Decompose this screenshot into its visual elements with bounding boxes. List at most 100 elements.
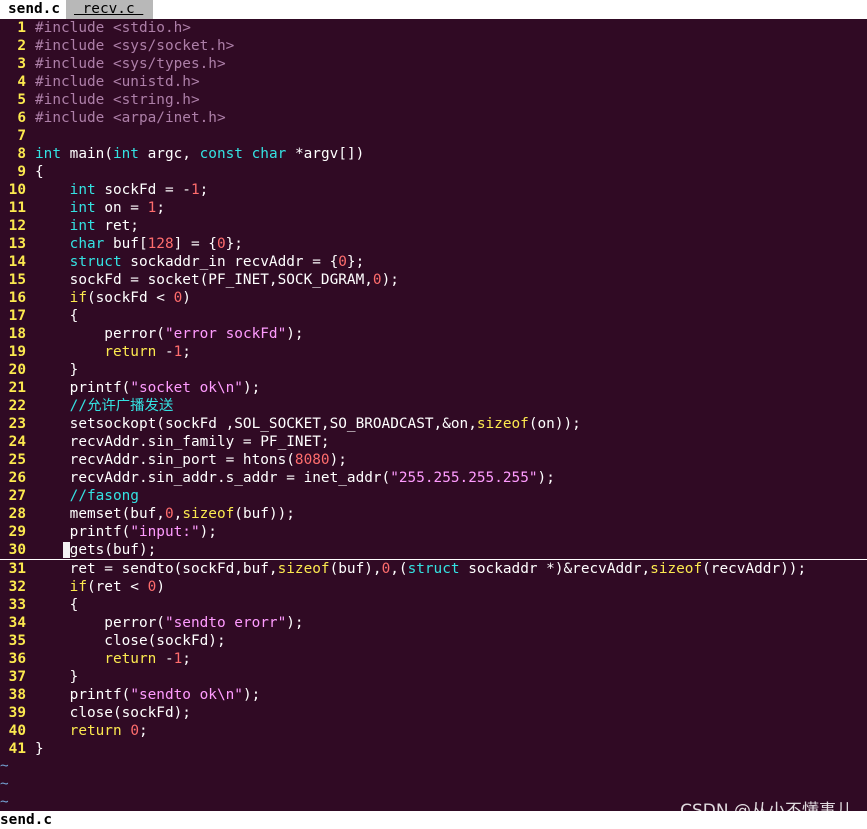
line-text[interactable]: #include <unistd.h> [35, 73, 200, 91]
code-line[interactable]: 20 } [0, 361, 867, 379]
code-line[interactable]: 21 printf("socket ok\n"); [0, 379, 867, 397]
line-text[interactable]: int sockFd = -1; [35, 181, 209, 199]
empty-line-marker: ~ [0, 758, 9, 774]
line-text[interactable]: printf("socket ok\n"); [35, 379, 261, 397]
line-text[interactable]: printf("sendto ok\n"); [35, 686, 261, 704]
line-text[interactable]: close(sockFd); [35, 704, 191, 722]
code-line[interactable]: 33 { [0, 596, 867, 614]
line-text[interactable]: gets(buf); [35, 541, 157, 559]
code-line[interactable]: 39 close(sockFd); [0, 704, 867, 722]
line-number: 14 [8, 254, 26, 270]
line-text[interactable]: if(ret < 0) [35, 578, 165, 596]
code-line[interactable]: 6 #include <arpa/inet.h> [0, 109, 867, 127]
line-text[interactable]: { [35, 596, 79, 614]
code-line[interactable]: 41} [0, 740, 867, 758]
code-editor[interactable]: 1 #include <stdio.h> 2 #include <sys/socket… [0, 19, 867, 811]
line-text[interactable]: { [35, 307, 79, 325]
code-line[interactable]: 27 //fasong [0, 487, 867, 505]
tab-recv-c[interactable]: recv.c [65, 0, 154, 19]
code-line[interactable]: 26 recvAddr.sin_addr.s_addr = inet_addr(… [0, 469, 867, 487]
line-number: 7 [17, 128, 26, 144]
line-number: 33 [8, 597, 26, 613]
code-line[interactable]: 36 return -1; [0, 650, 867, 668]
code-line[interactable]: 12 int ret; [0, 217, 867, 235]
line-number: 32 [8, 579, 26, 595]
line-text[interactable]: recvAddr.sin_family = PF_INET; [35, 433, 330, 451]
line-text[interactable]: int ret; [35, 217, 139, 235]
code-line[interactable]: 32 if(ret < 0) [0, 578, 867, 596]
line-text[interactable]: #include <string.h> [35, 91, 200, 109]
code-line[interactable]: 24 recvAddr.sin_family = PF_INET; [0, 433, 867, 451]
line-text[interactable]: #include <sys/socket.h> [35, 37, 234, 55]
code-line[interactable]: 5 #include <string.h> [0, 91, 867, 109]
line-text[interactable]: perror("error sockFd"); [35, 325, 303, 343]
code-line[interactable]: 15 sockFd = socket(PF_INET,SOCK_DGRAM,0)… [0, 271, 867, 289]
code-line[interactable]: 11 int on = 1; [0, 199, 867, 217]
line-text[interactable]: } [35, 361, 79, 379]
code-line[interactable]: 29 printf("input:"); [0, 523, 867, 541]
line-number: 18 [8, 326, 26, 342]
line-text[interactable]: struct sockaddr_in recvAddr = {0}; [35, 253, 365, 271]
line-number: 20 [8, 362, 26, 378]
line-text[interactable]: recvAddr.sin_addr.s_addr = inet_addr("25… [35, 469, 555, 487]
line-text[interactable]: return 0; [35, 722, 148, 740]
line-number: 28 [8, 506, 26, 522]
code-line[interactable]: 38 printf("sendto ok\n"); [0, 686, 867, 704]
line-number: 25 [8, 452, 26, 468]
line-number: 2 [17, 38, 26, 54]
line-text[interactable]: int on = 1; [35, 199, 165, 217]
line-text[interactable]: char buf[128] = {0}; [35, 235, 243, 253]
code-line[interactable]: 19 return -1; [0, 343, 867, 361]
code-line[interactable]: 16 if(sockFd < 0) [0, 289, 867, 307]
line-text[interactable]: { [35, 163, 44, 181]
line-text[interactable]: perror("sendto erorr"); [35, 614, 303, 632]
line-text[interactable]: sockFd = socket(PF_INET,SOCK_DGRAM,0); [35, 271, 399, 289]
code-line[interactable]: 2 #include <sys/socket.h> [0, 37, 867, 55]
code-line[interactable]: 25 recvAddr.sin_port = htons(8080); [0, 451, 867, 469]
line-text[interactable]: #include <arpa/inet.h> [35, 109, 226, 127]
line-text[interactable]: return -1; [35, 650, 191, 668]
code-line[interactable]: 10 int sockFd = -1; [0, 181, 867, 199]
code-line[interactable]: 18 perror("error sockFd"); [0, 325, 867, 343]
code-line[interactable]: 1 #include <stdio.h> [0, 19, 867, 37]
line-text[interactable]: if(sockFd < 0) [35, 289, 191, 307]
line-number: 12 [8, 218, 26, 234]
line-text[interactable]: recvAddr.sin_port = htons(8080); [35, 451, 347, 469]
line-text[interactable]: } [35, 668, 79, 686]
line-number: 21 [8, 380, 26, 396]
code-line[interactable]: 8 int main(int argc, const char *argv[]) [0, 145, 867, 163]
code-line[interactable]: 35 close(sockFd); [0, 632, 867, 650]
line-text[interactable]: //允许广播发送 [35, 397, 174, 415]
code-line[interactable]: 13 char buf[128] = {0}; [0, 235, 867, 253]
line-text[interactable]: setsockopt(sockFd ,SOL_SOCKET,SO_BROADCA… [35, 415, 581, 433]
line-text[interactable]: //fasong [35, 487, 139, 505]
line-text[interactable]: int main(int argc, const char *argv[]) [35, 145, 364, 163]
code-line[interactable]: 3 #include <sys/types.h> [0, 55, 867, 73]
line-text[interactable]: printf("input:"); [35, 523, 217, 541]
code-line[interactable]: 30 gets(buf); [0, 541, 867, 560]
code-line[interactable]: 7 [0, 127, 867, 145]
code-line[interactable]: 37 } [0, 668, 867, 686]
line-text[interactable]: #include <sys/types.h> [35, 55, 226, 73]
code-line[interactable]: 28 memset(buf,0,sizeof(buf)); [0, 505, 867, 523]
code-line[interactable]: 4 #include <unistd.h> [0, 73, 867, 91]
line-number: 13 [8, 236, 26, 252]
line-number: 34 [8, 615, 26, 631]
line-text[interactable]: memset(buf,0,sizeof(buf)); [35, 505, 295, 523]
tab-send-c[interactable]: send.c [0, 0, 66, 19]
line-text[interactable]: ret = sendto(sockFd,buf,sizeof(buf),0,(s… [35, 560, 806, 578]
line-text[interactable]: return -1; [35, 343, 191, 361]
line-text[interactable]: close(sockFd); [35, 632, 225, 650]
line-number: 27 [8, 488, 26, 504]
code-line[interactable]: 17 { [0, 307, 867, 325]
code-line[interactable]: 31 ret = sendto(sockFd,buf,sizeof(buf),0… [0, 560, 867, 578]
watermark: CSDN @从小不懂事儿 [680, 801, 853, 821]
line-text[interactable]: #include <stdio.h> [35, 19, 191, 37]
code-line[interactable]: 23 setsockopt(sockFd ,SOL_SOCKET,SO_BROA… [0, 415, 867, 433]
code-line[interactable]: 34 perror("sendto erorr"); [0, 614, 867, 632]
line-text[interactable]: } [35, 740, 44, 758]
code-line[interactable]: 40 return 0; [0, 722, 867, 740]
code-line[interactable]: 14 struct sockaddr_in recvAddr = {0}; [0, 253, 867, 271]
code-line[interactable]: 9{ [0, 163, 867, 181]
code-line[interactable]: 22 //允许广播发送 [0, 397, 867, 415]
